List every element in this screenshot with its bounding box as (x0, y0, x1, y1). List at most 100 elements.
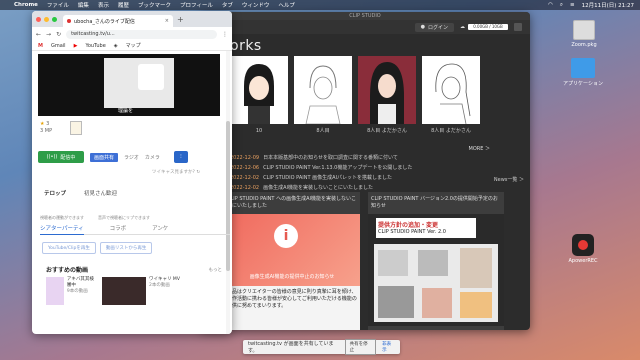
work-thumbnail[interactable]: 10 (230, 56, 288, 134)
work-caption: 8人目 よだかさん (367, 128, 407, 134)
chrome-window: ubocha_さんのライブ配信 × + ← → ↻ twitcasting.tv… (32, 11, 232, 334)
hint-text: ツイキャス見ますか? ↻ (152, 170, 201, 175)
stop-sharing-button[interactable]: 共有を停止 (344, 339, 377, 355)
clipstudio-title: CLIP STUDIO (200, 12, 530, 20)
work-caption: 10 (255, 128, 263, 134)
card-headline: 提供方針の追加・変更 CLIP STUDIO PAINT Ver. 2.0 (376, 218, 476, 238)
menu-icon[interactable]: ⋮ (222, 31, 228, 38)
record-app-icon (572, 234, 594, 256)
map-icon: ◈ (113, 42, 118, 49)
scrollbar-thumb[interactable] (226, 121, 230, 271)
news-item[interactable]: 2022-12-02 画像生成AI機能を実装しないことにいたしました (230, 184, 530, 191)
reload-icon[interactable]: ↻ (56, 31, 61, 38)
tab-twitcasting[interactable]: ubocha_さんのライブ配信 × (63, 15, 173, 27)
screen-share-button[interactable]: 画面共有 (90, 152, 119, 162)
user-icon: ● (420, 24, 425, 30)
news-card-v2[interactable]: CLIP STUDIO PAINT バージョン2.0の提供開始予定のお知らせ 提… (368, 192, 504, 330)
news-list: 2022-12-09 日本本版基部中のお知らせを取口調査に関する番類に付いて 20… (230, 154, 530, 194)
stream-stats: ★ 3 3 MP (40, 121, 53, 134)
news-card-ai[interactable]: CLIP STUDIO PAINT への画像生成AI機能を実装しないことにいたし… (224, 192, 360, 330)
menu-edit[interactable]: 編集 (78, 1, 89, 9)
recommended-list: アキバ其其検審中 9本の動画 ワイキャリ MV 2本の動画 (46, 277, 192, 305)
sketch-icon (305, 65, 341, 125)
teropu-text[interactable]: 初見さん歓迎 (84, 191, 117, 197)
menu-app-name[interactable]: Chrome (14, 2, 38, 8)
login-label: ログイン (427, 24, 448, 31)
menu-window[interactable]: ウィンドウ (242, 1, 270, 9)
live-video-preview[interactable]: 理論を (38, 54, 220, 116)
hide-button[interactable]: 非表示 (382, 341, 395, 353)
search-icon[interactable]: ⌕ (560, 2, 563, 9)
bottle-icon[interactable] (70, 121, 82, 135)
list-item[interactable]: ワイキャリ MV 2本の動画 (102, 277, 192, 305)
clipstudio-window: CLIP STUDIO ● ログイン ☁ 0.00GB / 10GB orks … (200, 12, 530, 330)
wifi-icon[interactable]: ◠ (548, 2, 553, 8)
menu-tab[interactable]: タブ (222, 1, 233, 9)
tab-survey[interactable]: アンケ (152, 224, 168, 235)
settings-icon[interactable] (514, 23, 522, 31)
recommended-more-link[interactable]: もっと (209, 267, 223, 273)
desktop-icon-applications[interactable]: アプリケーション (562, 58, 604, 87)
menu-bookmarks[interactable]: ブックマーク (138, 1, 171, 9)
camera-button[interactable]: カメラ (145, 154, 160, 161)
back-icon[interactable]: ← (36, 31, 41, 38)
menu-help[interactable]: ヘルプ (278, 1, 295, 9)
maximize-icon[interactable] (52, 16, 57, 22)
tab-theater-party[interactable]: シアターパーティ (40, 224, 84, 235)
folder-icon (571, 58, 595, 78)
bookmark-gmail[interactable]: Gmail (51, 43, 66, 49)
scrollbar[interactable] (226, 51, 230, 334)
menu-view[interactable]: 表示 (98, 1, 109, 9)
new-tab-icon[interactable]: + (177, 15, 184, 24)
gmail-icon: M (38, 42, 43, 49)
news-list-link[interactable]: News一覧 ＞ (494, 176, 524, 183)
bookmarks-bar: M Gmail ▶ YouTube ◈ マップ (32, 41, 232, 51)
work-thumbnail[interactable]: 8人目 よだかさん (358, 56, 416, 134)
card-subtitle: 画像生成AI機能の提供中止のお知らせ (249, 274, 335, 280)
clipstudio-toolbar: ● ログイン ☁ 0.00GB / 10GB (200, 20, 530, 34)
desktop-icon-zoom-pkg[interactable]: Zoom.pkg (566, 20, 602, 48)
work-caption: 8人目 (316, 128, 330, 134)
list-item[interactable]: アキバ其其検審中 9本の動画 (46, 277, 96, 305)
page-content: 理論を ★ 3 3 MP ((•)) 配信中 画面共有 ラジオ カメラ ⫶ ツイ… (32, 51, 232, 334)
tab-strip: ubocha_さんのライブ配信 × + (32, 11, 232, 27)
work-thumbnail[interactable]: 8人目 (294, 56, 352, 134)
menu-file[interactable]: ファイル (47, 1, 69, 9)
broadcasting-button[interactable]: ((•)) 配信中 (38, 151, 84, 163)
bookmark-maps[interactable]: マップ (126, 42, 141, 49)
forward-icon[interactable]: → (46, 31, 51, 38)
login-button[interactable]: ● ログイン (414, 22, 454, 32)
tab-close-icon[interactable]: × (165, 18, 169, 24)
recording-icon (67, 19, 71, 23)
bookmark-youtube[interactable]: YouTube (85, 43, 105, 49)
works-heading: orks (230, 38, 262, 54)
radio-button[interactable]: ラジオ (124, 154, 139, 161)
desktop-icon-apowerrec[interactable]: ApowerREC (564, 234, 602, 264)
menu-history[interactable]: 履歴 (118, 1, 129, 9)
url-input[interactable]: twitcasting.tv/u... (66, 29, 217, 39)
work-thumbnail[interactable]: 8人目 よだかさん (422, 56, 480, 134)
play-youtube-button[interactable]: YouTube/Clipを再生 (42, 242, 96, 254)
news-item[interactable]: 2022-12-02 CLIP STUDIO PAINT 画像生成AIパレットを搭… (230, 174, 530, 181)
minimize-icon[interactable] (44, 16, 49, 22)
close-icon[interactable] (36, 16, 41, 22)
more-link[interactable]: MORE ＞ (469, 145, 490, 152)
menu-bar: Chrome ファイル 編集 表示 履歴 ブックマーク プロフィール タブ ウィ… (0, 0, 640, 10)
settings-slider-icon[interactable]: ⫶ (173, 151, 188, 163)
video-thumbnail (102, 277, 146, 305)
recommended-title: おすすめの動画 (46, 267, 89, 274)
teropu-row: テロップ 初見さん歓迎 (44, 191, 118, 197)
tab-title: ubocha_さんのライブ配信 (74, 18, 135, 25)
playback-options: YouTube/Clipを再生 動画リストから再生 (42, 242, 153, 254)
news-item[interactable]: 2022-12-09 日本本版基部中のお知らせを取口調査に関する番類に付いて (230, 154, 530, 161)
play-from-list-button[interactable]: 動画リストから再生 (99, 242, 153, 254)
tab-collab[interactable]: コラボ (110, 224, 127, 235)
control-center-icon[interactable]: ≡ (570, 2, 575, 8)
work-caption: 8人目 よだかさん (431, 128, 471, 134)
portrait-icon (370, 62, 404, 124)
menu-profile[interactable]: プロフィール (180, 1, 213, 9)
cloud-status[interactable]: ☁ 0.00GB / 10GB (460, 24, 508, 30)
news-item[interactable]: 2022-12-06 CLIP STUDIO PAINT Ver.1.13.0機能… (230, 164, 530, 171)
clock[interactable]: 12月11日(日) 21:27 (582, 1, 634, 9)
package-icon (573, 20, 595, 40)
